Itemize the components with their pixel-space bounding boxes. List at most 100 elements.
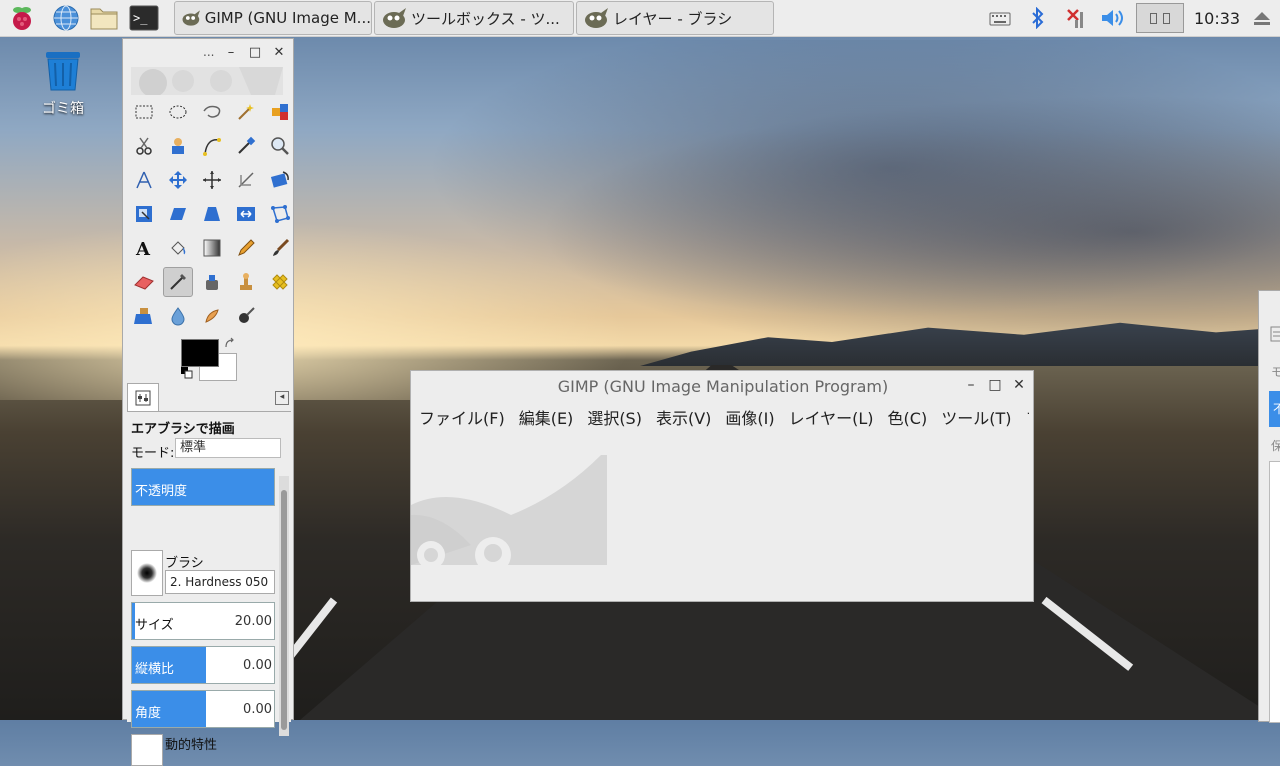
perspective-tool[interactable] bbox=[197, 199, 227, 229]
lock-label-partial: 保 bbox=[1271, 439, 1280, 453]
gimp-icon bbox=[585, 8, 608, 28]
minimize-button[interactable]: – bbox=[963, 377, 979, 393]
swap-colors-icon[interactable] bbox=[223, 337, 237, 351]
mode-label: モード: bbox=[131, 446, 175, 461]
crop-tool[interactable] bbox=[231, 165, 261, 195]
size-value: 20.00 bbox=[234, 614, 272, 629]
fuzzy-select-tool[interactable] bbox=[231, 97, 261, 127]
menu-select[interactable]: 選択(S) bbox=[587, 405, 642, 429]
rotate-tool[interactable] bbox=[265, 165, 295, 195]
eraser-tool[interactable] bbox=[129, 267, 159, 297]
size-label: サイズ bbox=[135, 618, 174, 633]
color-picker-tool[interactable] bbox=[231, 131, 261, 161]
task-layers-brushes[interactable]: レイヤー - ブラシ bbox=[576, 1, 774, 35]
menu-file[interactable]: ファイル(F) bbox=[419, 405, 505, 429]
zoom-tool[interactable] bbox=[265, 131, 295, 161]
keyboard-icon[interactable] bbox=[986, 0, 1014, 36]
menu-bar: ファイル(F) 編集(E) 選択(S) 表示(V) 画像(I) レイヤー(L) … bbox=[419, 405, 1029, 429]
ink-tool[interactable] bbox=[197, 267, 227, 297]
opacity-label: 不透明度 bbox=[135, 484, 188, 499]
scale-tool[interactable] bbox=[129, 199, 159, 229]
svg-text:A: A bbox=[135, 239, 151, 258]
foreground-select-tool[interactable] bbox=[163, 131, 193, 161]
angle-slider[interactable]: 角度 0.00 bbox=[131, 690, 275, 728]
eject-icon[interactable] bbox=[1250, 0, 1274, 36]
minimize-button[interactable]: – bbox=[223, 45, 239, 61]
menu-filters[interactable]: フィ bbox=[1025, 405, 1029, 429]
bucket-fill-tool[interactable] bbox=[163, 233, 193, 263]
gradient-tool[interactable] bbox=[197, 233, 227, 263]
pencil-tool[interactable] bbox=[231, 233, 261, 263]
menu-tools[interactable]: ツール(T) bbox=[941, 405, 1011, 429]
menu-edit[interactable]: 編集(E) bbox=[519, 405, 574, 429]
file-manager-icon[interactable] bbox=[88, 2, 120, 34]
blur-sharpen-tool[interactable] bbox=[163, 301, 193, 331]
task-gimp-main[interactable]: GIMP (GNU Image M... bbox=[174, 1, 372, 35]
window-title: GIMP (GNU Image Manipulation Program) bbox=[557, 377, 889, 396]
raspberry-menu-icon[interactable] bbox=[6, 2, 38, 34]
menu-layer[interactable]: レイヤー(L) bbox=[789, 405, 874, 429]
cage-transform-tool[interactable] bbox=[265, 199, 295, 229]
rect-select-tool[interactable] bbox=[129, 97, 159, 127]
image-drop-area[interactable] bbox=[131, 67, 283, 97]
task-label: レイヤー - ブラシ bbox=[613, 9, 733, 28]
task-toolbox[interactable]: ツールボックス - ツ... bbox=[374, 1, 574, 35]
free-select-tool[interactable] bbox=[197, 97, 227, 127]
paintbrush-tool[interactable] bbox=[265, 233, 295, 263]
measure-tool[interactable] bbox=[129, 165, 159, 195]
web-browser-icon[interactable] bbox=[50, 2, 82, 34]
shear-tool[interactable] bbox=[163, 199, 193, 229]
close-button[interactable]: ✕ bbox=[271, 45, 287, 61]
layers-window-partial: モ 不 保 bbox=[1258, 290, 1280, 723]
alignment-tool[interactable] bbox=[197, 165, 227, 195]
tool-options-panel: エアブラシで描画 モード: 標準 不透明度 ブラシ 2. Hardness 05… bbox=[127, 411, 291, 766]
brush-preview-icon bbox=[137, 563, 157, 583]
cpu-monitor-icon[interactable] bbox=[1136, 0, 1184, 36]
clone-tool[interactable] bbox=[231, 267, 261, 297]
maximize-button[interactable]: □ bbox=[987, 377, 1003, 393]
clock[interactable]: 10:33 bbox=[1194, 9, 1240, 28]
reset-colors-icon[interactable] bbox=[181, 367, 193, 379]
svg-text:>_: >_ bbox=[133, 11, 148, 25]
select-by-color-tool[interactable] bbox=[265, 97, 295, 127]
scissors-select-tool[interactable] bbox=[129, 131, 159, 161]
text-tool[interactable]: A bbox=[129, 233, 159, 263]
layers-icon bbox=[1270, 326, 1280, 342]
dynamics-preview[interactable] bbox=[131, 734, 163, 766]
titlebar-dots: ... bbox=[203, 45, 215, 59]
flip-tool[interactable] bbox=[231, 199, 261, 229]
perspective-clone-tool[interactable] bbox=[129, 301, 159, 331]
network-disconnected-icon[interactable] bbox=[1062, 0, 1090, 36]
toolbox-titlebar[interactable]: ... – □ ✕ bbox=[123, 39, 293, 67]
heal-tool[interactable] bbox=[265, 267, 295, 297]
ellipse-select-tool[interactable] bbox=[163, 97, 193, 127]
aspect-ratio-slider[interactable]: 縦横比 0.00 bbox=[131, 646, 275, 684]
configure-tab-button[interactable]: ◂ bbox=[275, 391, 289, 405]
mode-select[interactable]: 標準 bbox=[175, 438, 281, 458]
maximize-button[interactable]: □ bbox=[247, 45, 263, 61]
paths-tool[interactable] bbox=[197, 131, 227, 161]
dodge-burn-tool[interactable] bbox=[231, 301, 261, 331]
menu-colors[interactable]: 色(C) bbox=[888, 405, 928, 429]
airbrush-tool[interactable] bbox=[163, 267, 193, 297]
foreground-color-swatch[interactable] bbox=[181, 339, 219, 367]
options-scrollbar[interactable] bbox=[279, 476, 289, 736]
task-label: ツールボックス - ツ... bbox=[411, 9, 560, 28]
menu-view[interactable]: 表示(V) bbox=[656, 405, 711, 429]
menu-image[interactable]: 画像(I) bbox=[725, 405, 774, 429]
opacity-slider-partial[interactable]: 不 bbox=[1269, 391, 1280, 427]
close-button[interactable]: ✕ bbox=[1011, 377, 1027, 393]
size-slider[interactable]: サイズ 20.00 bbox=[131, 602, 275, 640]
tab-tool-options[interactable] bbox=[127, 383, 159, 412]
trash-desktop-icon[interactable]: ゴミ箱 bbox=[34, 48, 92, 118]
smudge-tool[interactable] bbox=[197, 301, 227, 331]
aspect-ratio-value: 0.00 bbox=[243, 658, 272, 673]
brush-name-field[interactable]: 2. Hardness 050 bbox=[165, 570, 275, 594]
brush-preview[interactable] bbox=[131, 550, 163, 596]
volume-icon[interactable] bbox=[1098, 0, 1128, 36]
bluetooth-icon[interactable] bbox=[1026, 0, 1050, 36]
terminal-icon[interactable]: >_ bbox=[128, 2, 160, 34]
move-tool[interactable] bbox=[163, 165, 193, 195]
opacity-slider[interactable]: 不透明度 bbox=[131, 468, 275, 506]
layers-list-partial[interactable] bbox=[1269, 461, 1280, 723]
